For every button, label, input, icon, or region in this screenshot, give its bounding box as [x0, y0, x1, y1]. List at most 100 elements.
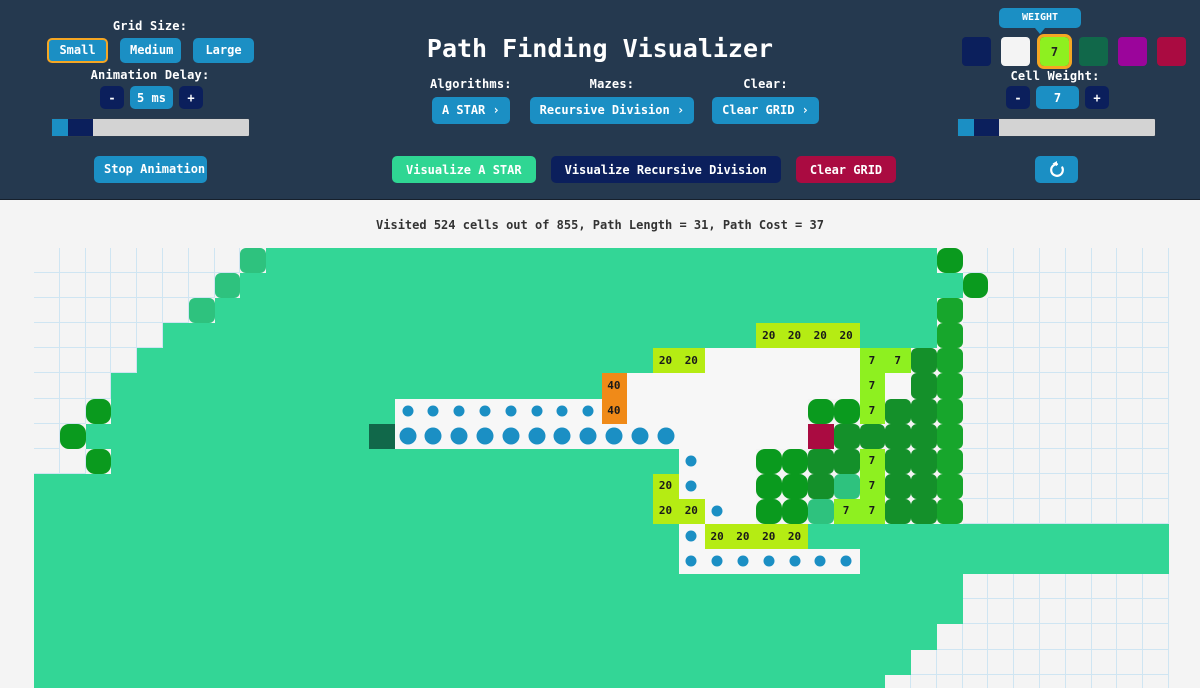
grid-cell[interactable] [498, 473, 525, 499]
grid-cell[interactable] [782, 649, 808, 675]
grid-cell[interactable] [266, 348, 292, 374]
grid-cell[interactable] [704, 373, 731, 399]
grid-cell[interactable]: 20 [730, 524, 757, 550]
grid-cell[interactable] [1143, 624, 1170, 650]
grid-cell[interactable] [85, 298, 112, 324]
grid-cell[interactable] [807, 624, 834, 650]
grid-cell[interactable] [627, 448, 654, 474]
grid-cell[interactable] [1014, 649, 1041, 675]
grid-cell[interactable] [988, 248, 1015, 274]
grid-cell[interactable] [653, 398, 679, 424]
grid-cell[interactable] [498, 373, 525, 399]
grid-cell[interactable] [911, 298, 937, 324]
grid-cell[interactable] [859, 298, 886, 324]
grid-cell[interactable] [395, 599, 421, 625]
grid-cell[interactable] [291, 549, 318, 575]
grid-cell[interactable]: 20 [704, 524, 731, 550]
grid-cell[interactable] [446, 373, 473, 399]
grid-cell[interactable] [1040, 423, 1066, 449]
grid-cell[interactable] [1091, 498, 1118, 525]
grid-cell[interactable] [833, 348, 860, 374]
grid-cell[interactable] [472, 248, 499, 274]
grid-cell[interactable] [240, 599, 267, 625]
grid-cell[interactable] [730, 473, 757, 499]
grid-cell[interactable] [1040, 298, 1066, 324]
grid-cell[interactable] [188, 674, 215, 688]
grid-cell[interactable] [730, 398, 757, 424]
grid-cell[interactable] [111, 624, 138, 650]
grid-cell[interactable] [575, 323, 602, 349]
grid-cell[interactable] [240, 248, 267, 274]
grid-cell[interactable] [704, 248, 731, 274]
grid-cell[interactable] [59, 599, 86, 625]
grid-cell[interactable] [936, 549, 963, 575]
grid-cell[interactable] [962, 298, 989, 324]
grid-cell[interactable] [730, 298, 757, 324]
grid-cell[interactable]: 20 [782, 524, 808, 550]
grid-cell[interactable] [266, 298, 292, 324]
grid-cell[interactable] [317, 423, 344, 449]
grid-cell[interactable] [395, 524, 421, 550]
grid-cell[interactable] [575, 448, 602, 474]
grid-cell[interactable] [601, 649, 628, 675]
grid-cell[interactable] [936, 498, 963, 525]
grid-cell[interactable] [962, 473, 989, 499]
grid-cell[interactable] [704, 323, 731, 349]
grid-cell[interactable] [266, 599, 292, 625]
grid-cell[interactable] [240, 298, 267, 324]
grid-cell[interactable] [85, 423, 112, 449]
grid-cell[interactable] [704, 348, 731, 374]
grid-cell[interactable] [549, 248, 576, 274]
grid-cell[interactable] [678, 448, 705, 474]
grid-cell[interactable] [395, 574, 421, 600]
grid-cell[interactable] [395, 373, 421, 399]
grid-cell[interactable] [498, 624, 525, 650]
grid-cell[interactable] [807, 448, 834, 474]
grid-cell[interactable] [343, 473, 370, 499]
grid-cell[interactable] [704, 498, 731, 525]
grid-cell[interactable] [988, 649, 1015, 675]
grid-cell[interactable] [704, 398, 731, 424]
grid-cell[interactable] [730, 649, 757, 675]
grid-cell[interactable] [1117, 473, 1144, 499]
grid-cell[interactable] [911, 599, 937, 625]
grid-cell[interactable] [678, 549, 705, 575]
palette-target-swatch[interactable] [1157, 37, 1186, 66]
grid-cell[interactable] [59, 674, 86, 688]
grid-cell[interactable] [446, 448, 473, 474]
grid-cell[interactable] [911, 674, 937, 688]
grid-cell[interactable] [549, 298, 576, 324]
grid-cell[interactable] [446, 398, 473, 424]
grid-cell[interactable] [601, 624, 628, 650]
grid-cell[interactable] [833, 448, 860, 474]
grid-cell[interactable] [369, 448, 396, 474]
grid-cell[interactable] [678, 323, 705, 349]
grid-cell[interactable] [782, 674, 808, 688]
grid-cell[interactable] [34, 473, 60, 499]
cell-weight-decrement-button[interactable]: - [1006, 86, 1030, 109]
grid-cell[interactable] [317, 398, 344, 424]
grid-cell[interactable] [291, 524, 318, 550]
grid-cell[interactable] [498, 524, 525, 550]
grid-cell[interactable] [317, 549, 344, 575]
grid-cell[interactable] [395, 348, 421, 374]
grid-cell[interactable] [85, 524, 112, 550]
grid-cell[interactable] [807, 398, 834, 424]
grid-cell[interactable] [420, 674, 447, 688]
grid-cell[interactable] [549, 323, 576, 349]
grid-cell[interactable] [653, 323, 679, 349]
grid-cell[interactable] [472, 549, 499, 575]
grid-cell[interactable]: 7 [833, 498, 860, 525]
grid-cell[interactable] [111, 398, 138, 424]
grid-cell[interactable] [317, 574, 344, 600]
grid-cell[interactable] [1091, 398, 1118, 424]
grid-cell[interactable] [988, 599, 1015, 625]
grid-cell[interactable] [188, 599, 215, 625]
grid-cell[interactable] [343, 273, 370, 299]
grid-cell[interactable] [885, 323, 912, 349]
grid-cell[interactable] [214, 549, 241, 575]
grid-cell[interactable] [549, 549, 576, 575]
grid-cell[interactable] [627, 248, 654, 274]
grid-cell[interactable] [85, 473, 112, 499]
grid-cell[interactable] [756, 574, 783, 600]
